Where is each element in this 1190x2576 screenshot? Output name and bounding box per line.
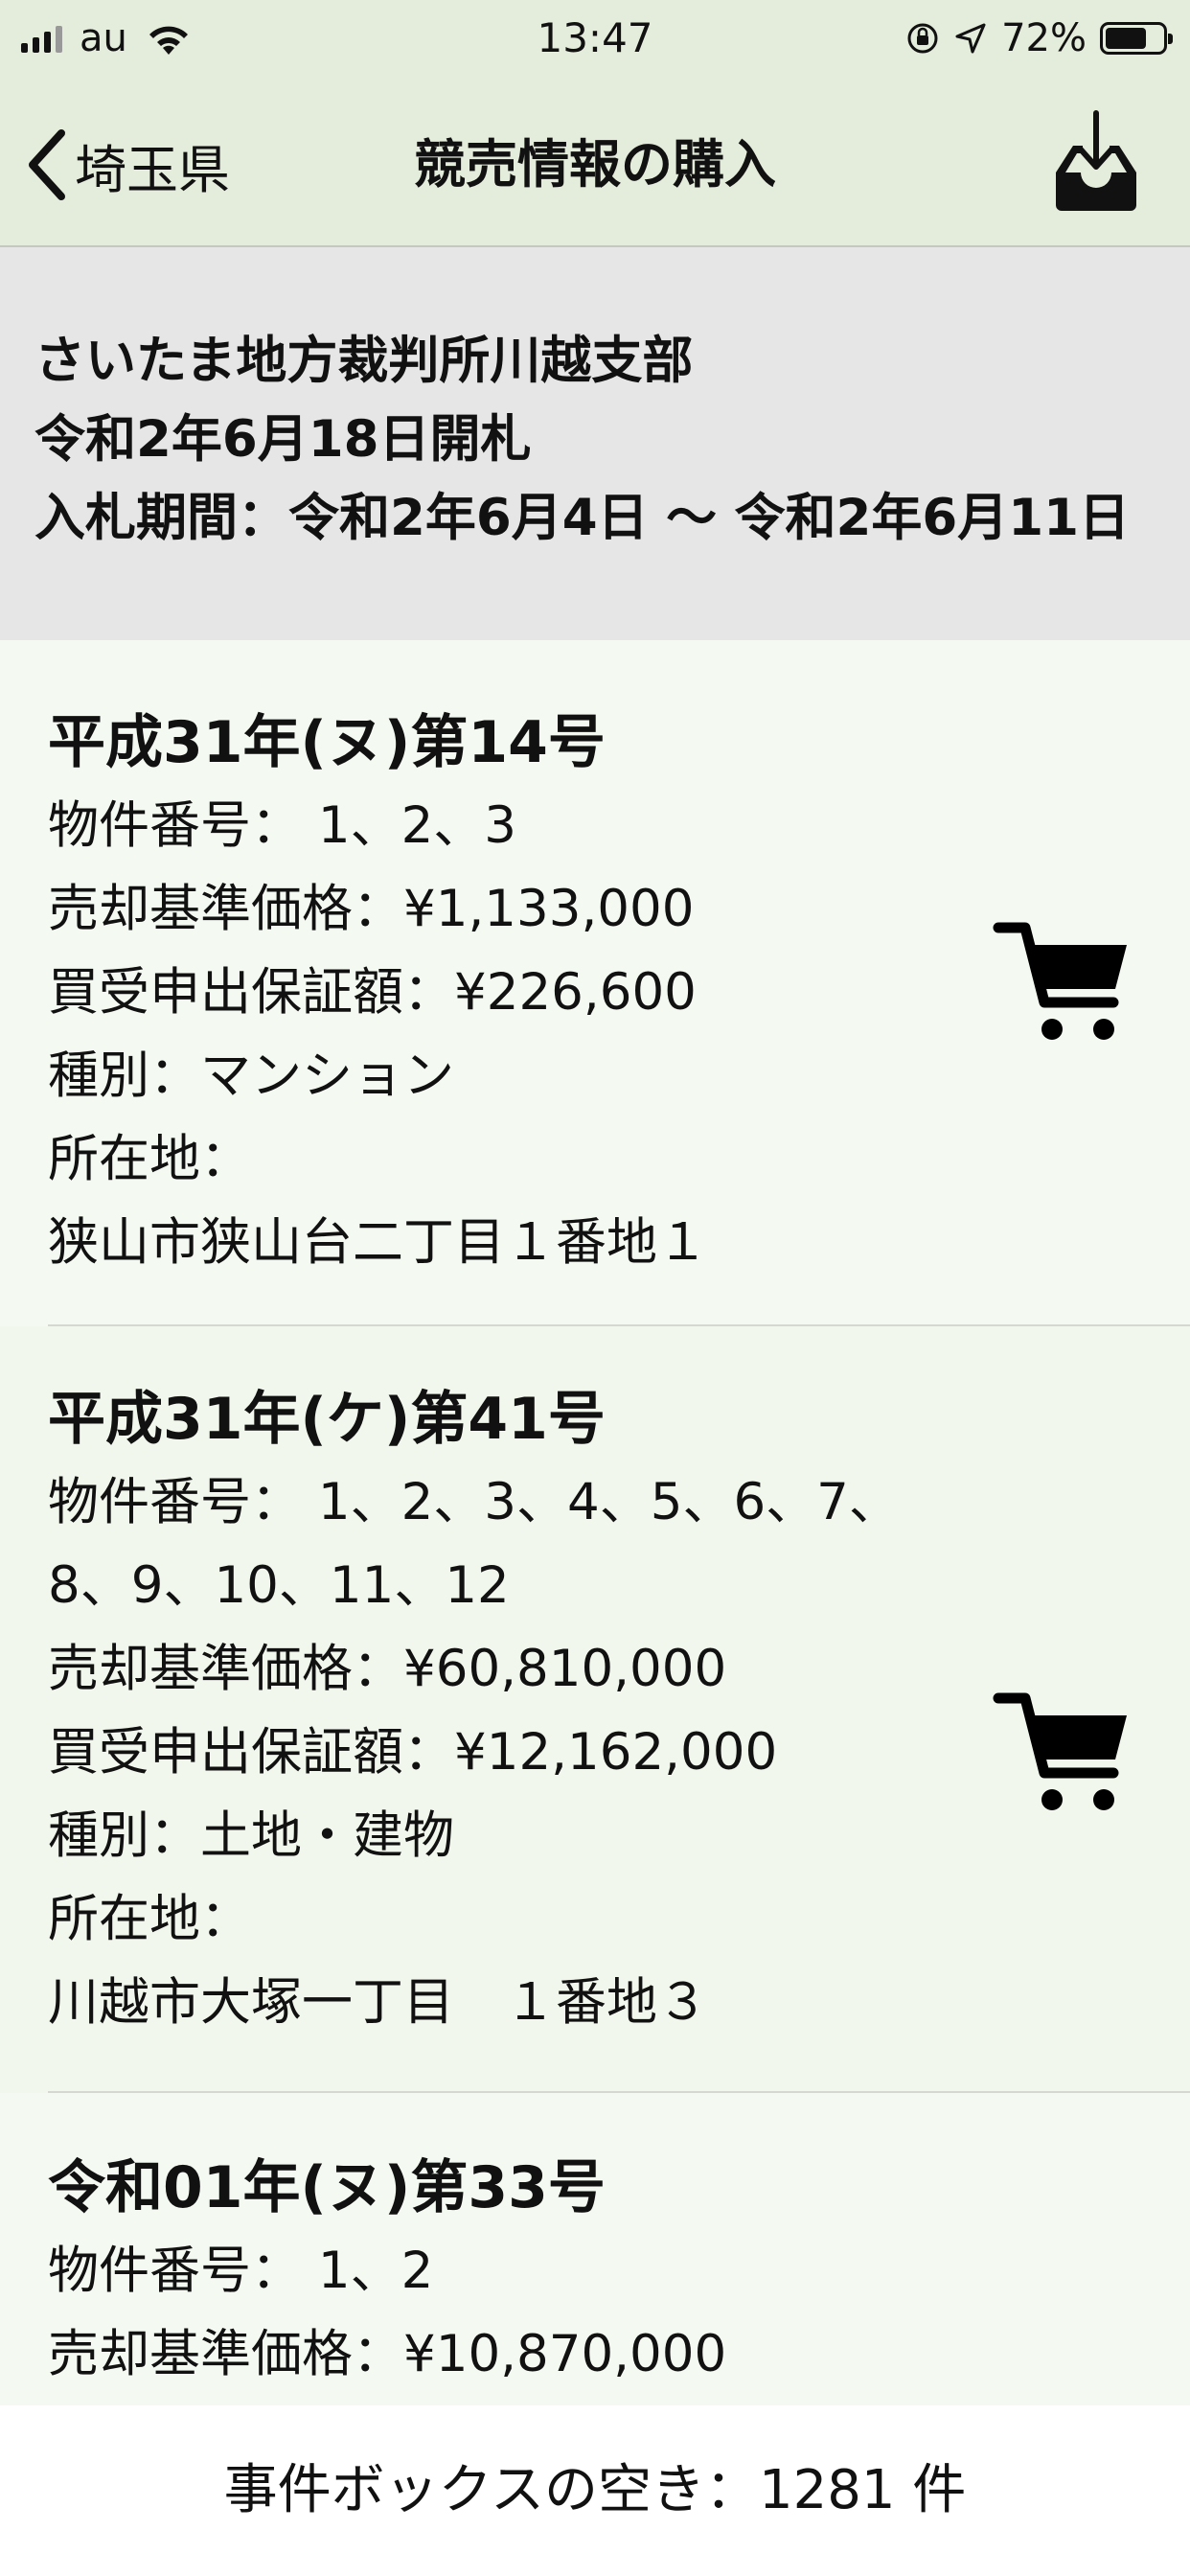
cart-icon[interactable] xyxy=(993,1681,1136,1825)
orientation-lock-icon xyxy=(907,23,938,54)
location-address: 狭山市狭山台二丁目１番地１ xyxy=(48,1213,708,1272)
signal-strength-icon xyxy=(21,24,62,53)
download-tray-icon[interactable] xyxy=(1052,109,1140,213)
navigation-bar: 埼玉県 競売情報の購入 xyxy=(0,82,1190,247)
case-box-capacity: 事件ボックスの空き：1281 件 xyxy=(0,2405,1190,2576)
list-item: 平成31年(ケ)第41号 物件番号： 1、2、3、4、5、6、7、 8、9、10… xyxy=(0,1326,1190,2093)
list-item: 令和01年(ヌ)第33号 物件番号： 1、2 売却基準価格：¥10,870,00… xyxy=(0,2093,1190,2405)
bidding-period: 入札期間：令和2年6月4日 〜 令和2年6月11日 xyxy=(34,489,1131,547)
property-numbers-continued: 8、9、10、11、12 xyxy=(48,1556,510,1615)
back-button-label: 埼玉県 xyxy=(75,139,230,200)
property-numbers: 物件番号： 1、2、3 xyxy=(48,796,517,855)
property-numbers: 物件番号： 1、2、3、4、5、6、7、 xyxy=(48,1473,900,1531)
cart-icon[interactable] xyxy=(993,910,1136,1054)
location-label: 所在地： xyxy=(48,1130,251,1188)
case-number: 平成31年(ケ)第41号 xyxy=(48,1386,606,1453)
wifi-icon xyxy=(149,26,188,55)
property-numbers: 物件番号： 1、2 xyxy=(48,2242,434,2300)
list-item: 平成31年(ヌ)第14号 物件番号： 1、2、3 売却基準価格：¥1,133,0… xyxy=(0,640,1190,1326)
status-left: au xyxy=(21,13,193,63)
court-name: さいたま地方裁判所川越支部 xyxy=(34,332,694,390)
status-right: 72% xyxy=(905,13,1173,63)
battery-level-fill xyxy=(1106,28,1146,49)
location-address: 川越市大塚一丁目 １番地３ xyxy=(48,1973,708,2032)
carrier-label: au xyxy=(80,16,127,60)
auction-info-header: さいたま地方裁判所川越支部 令和2年6月18日開札 入札期間：令和2年6月4日 … xyxy=(0,247,1190,640)
location-label: 所在地： xyxy=(48,1890,251,1948)
case-number: 平成31年(ヌ)第14号 xyxy=(48,709,606,776)
case-list[interactable]: 平成31年(ヌ)第14号 物件番号： 1、2、3 売却基準価格：¥1,133,0… xyxy=(0,640,1190,2405)
back-button[interactable]: 埼玉県 xyxy=(25,126,230,203)
location-arrow-icon xyxy=(955,23,986,54)
base-price: 売却基準価格：¥10,870,000 xyxy=(48,2325,727,2383)
case-number: 令和01年(ヌ)第33号 xyxy=(48,2154,606,2221)
chevron-left-icon xyxy=(29,129,65,200)
status-bar: au 13:47 72% xyxy=(0,0,1190,82)
battery-icon xyxy=(1100,22,1173,55)
battery-percentage: 72% xyxy=(1001,16,1087,60)
opening-date: 令和2年6月18日開札 xyxy=(34,410,532,469)
